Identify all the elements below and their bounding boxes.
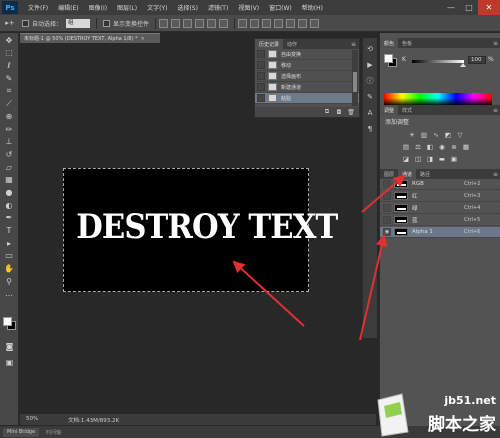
- arrow-to-channels-tab: [361, 174, 406, 213]
- annotation-arrows: [232, 174, 406, 341]
- foreground-color-swatch[interactable]: [3, 317, 12, 326]
- watermark-site-name: 脚本之家: [428, 415, 496, 435]
- foreground-color-swatch[interactable]: [384, 54, 393, 63]
- arrow-to-alpha-channel: [359, 234, 388, 341]
- arrow-to-canvas-text: [232, 260, 305, 327]
- watermark: jb51.net 脚本之家: [372, 392, 500, 438]
- watermark-url: jb51.net: [444, 394, 496, 407]
- watermark-logo: [377, 393, 409, 437]
